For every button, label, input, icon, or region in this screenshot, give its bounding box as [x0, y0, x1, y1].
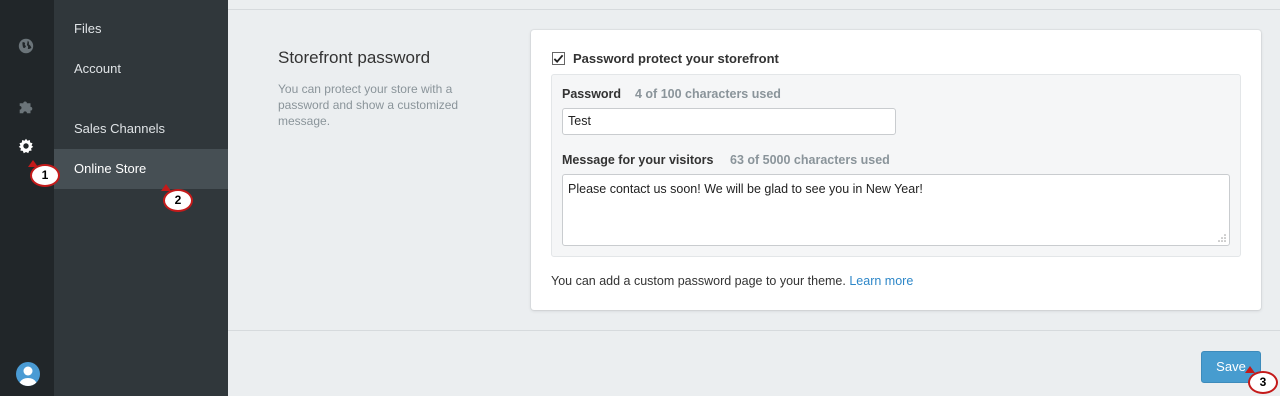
- puzzle-icon[interactable]: [15, 95, 37, 117]
- nav-item-files[interactable]: Files: [54, 9, 228, 49]
- callout-3: 3: [1248, 371, 1278, 394]
- message-char-count: 63 of 5000 characters used: [730, 153, 890, 167]
- password-char-count: 4 of 100 characters used: [635, 87, 781, 101]
- help-text-body: You can add a custom password page to yo…: [551, 274, 846, 288]
- checkmark-icon: [553, 54, 564, 64]
- section-title: Storefront password: [278, 48, 431, 67]
- message-textarea[interactable]: Please contact us soon! We will be glad …: [562, 174, 1230, 246]
- protect-checkbox-row[interactable]: Password protect your storefront: [552, 51, 779, 66]
- gear-icon[interactable]: [15, 135, 37, 157]
- nav-item-online-store[interactable]: Online Store: [54, 149, 228, 189]
- message-label: Message for your visitors: [562, 153, 714, 167]
- help-text: You can add a custom password page to yo…: [551, 274, 913, 288]
- protect-checkbox[interactable]: [552, 52, 565, 65]
- settings-nav: Files Account Sales Channels Online Stor…: [54, 0, 228, 396]
- globe-icon[interactable]: [15, 35, 37, 57]
- callout-2: 2: [163, 189, 193, 212]
- callout-pointer-3: [1245, 366, 1255, 373]
- callout-1: 1: [30, 164, 60, 187]
- icon-rail: [0, 0, 54, 396]
- divider-top: [228, 9, 1280, 10]
- user-avatar-icon[interactable]: [16, 362, 40, 386]
- password-input[interactable]: Test: [562, 108, 896, 135]
- resize-grip-icon[interactable]: [1218, 234, 1226, 242]
- password-label: Password: [562, 87, 622, 101]
- message-text: Please contact us soon! We will be glad …: [568, 182, 923, 196]
- nav-item-sales-channels[interactable]: Sales Channels: [54, 109, 228, 149]
- protect-checkbox-label: Password protect your storefront: [573, 51, 779, 66]
- nav-item-account[interactable]: Account: [54, 49, 228, 89]
- section-description: You can protect your store with a passwo…: [278, 82, 459, 128]
- learn-more-link[interactable]: Learn more: [849, 274, 913, 288]
- divider-bottom: [228, 330, 1280, 331]
